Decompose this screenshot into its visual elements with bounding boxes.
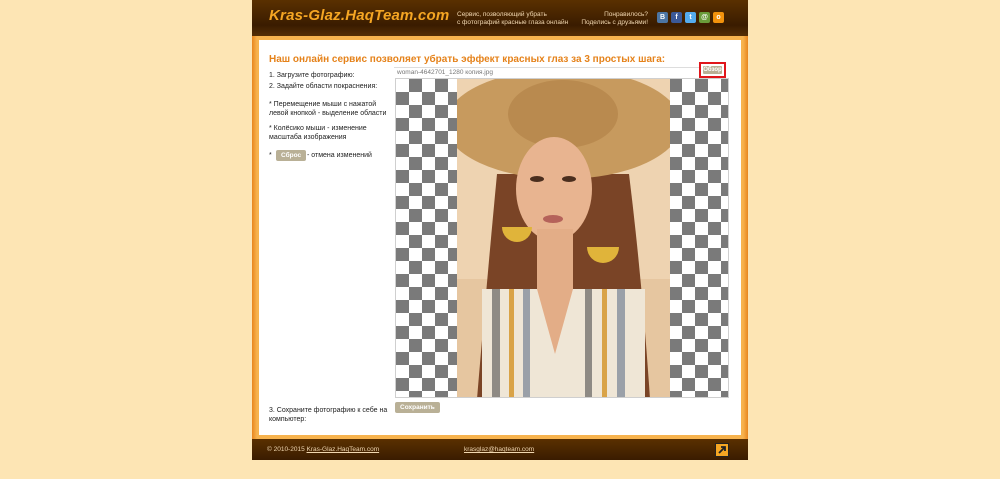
twitter-icon[interactable]: t [685,12,696,23]
content-panel: Наш онлайн сервис позволяет убрать эффек… [259,40,741,435]
step-1-label: 1. Загрузите фотографию: [269,72,355,79]
arrow-up-right-glyph [718,446,726,454]
reset-description: - отмена изменений [307,152,372,159]
step-2-label: 2. Задайте области покраснения: [269,83,378,90]
site-footer: © 2010-2015 Kras-Glaz.HaqTeam.com krasgl… [252,439,748,460]
contact-email: krasglaz@haqteam.com [464,446,534,453]
page-wrapper: Kras-Glaz.HaqTeam.com Сервис, позволяющи… [252,0,748,479]
share-line-2: Поделись с друзьями! [581,18,648,26]
copyright-link[interactable]: Kras-Glaz.HaqTeam.com [307,446,380,453]
social-share-buttons: B f t @ o [657,12,724,24]
content-frame: Наш онлайн сервис позволяет убрать эффек… [252,36,748,439]
arrow-up-right-icon[interactable] [715,443,729,457]
file-name-field[interactable]: woman-4642701_1280 копия.jpg [394,67,703,78]
share-prompt: Понравилось? Поделись с друзьями! [578,11,648,26]
facebook-icon[interactable]: f [671,12,682,23]
step-3-label: 3. Сохраните фотографию к себе на компью… [269,407,388,423]
copyright: © 2010-2015 Kras-Glaz.HaqTeam.com [267,446,379,453]
browse-button[interactable]: Обзор [703,66,722,74]
site-header: Kras-Glaz.HaqTeam.com Сервис, позволяющи… [252,0,748,36]
tip-zoom: * Колёсико мыши - изменение масштаба изо… [269,125,367,141]
share-line-1: Понравилось? [604,11,648,18]
save-button[interactable]: Сохранить [395,402,440,413]
mailru-icon[interactable]: @ [699,12,710,23]
image-editor-canvas[interactable] [395,78,729,398]
uploaded-photo [457,79,670,397]
site-tagline: Сервис, позволяющий убрать с фотографий … [457,11,577,26]
vk-icon[interactable]: B [657,12,668,23]
email-link[interactable]: krasglaz@haqteam.com [464,446,534,453]
tagline-line-1: Сервис, позволяющий убрать [457,11,547,18]
page-headline: Наш онлайн сервис позволяет убрать эффек… [269,54,666,65]
site-logo[interactable]: Kras-Glaz.HaqTeam.com [269,7,449,24]
browse-button-highlight: Обзор [699,62,726,78]
tip-select-area: * Перемещение мыши с нажатой левой кнопк… [269,101,387,117]
odnoklassniki-icon[interactable]: o [713,12,724,23]
tip-reset-prefix: * [269,152,272,159]
reset-button[interactable]: Сброс [276,150,307,161]
tagline-line-2: с фотографий красные глаза онлайн [457,18,569,26]
copyright-text: © 2010-2015 [267,446,305,453]
